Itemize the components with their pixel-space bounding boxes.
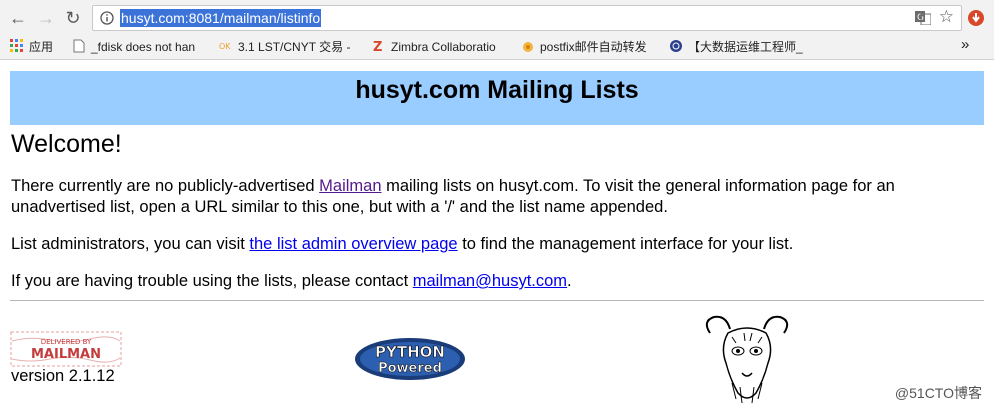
mailman-logo-line2: MAILMAN bbox=[31, 347, 101, 362]
welcome-heading: Welcome! bbox=[11, 130, 122, 158]
bookmarks-overflow-icon[interactable]: » bbox=[961, 37, 969, 53]
intro-paragraph: There currently are no publicly-advertis… bbox=[11, 177, 895, 216]
contact-email-link[interactable]: mailman@husyt.com bbox=[413, 272, 567, 290]
mailman-logo-line1: DELIVERED BY bbox=[41, 338, 92, 346]
bookmark-apps[interactable]: 应用 bbox=[10, 39, 53, 55]
python-powered-logo[interactable]: PYTHON Powered bbox=[354, 337, 466, 381]
bookmark-zimbra[interactable]: Z Zimbra Collaboratio bbox=[372, 39, 507, 55]
page-icon bbox=[73, 39, 85, 53]
extension-icon[interactable] bbox=[967, 9, 985, 27]
footer-divider bbox=[10, 300, 984, 301]
reload-icon[interactable]: ↻ bbox=[63, 8, 83, 28]
contact-paragraph: If you are having trouble using the list… bbox=[11, 272, 572, 290]
browser-toolbar: ← → ↻ husyt.com:8081/mailman/listinfo G … bbox=[0, 0, 994, 36]
bookmark-postfix[interactable]: postfix邮件自动转发 bbox=[521, 39, 656, 55]
bookmarks-bar: 应用 _fdisk does not han OK 3.1 LST/CNYT 交易… bbox=[0, 36, 994, 60]
apps-grid-icon bbox=[10, 39, 23, 52]
svg-text:OK: OK bbox=[219, 42, 231, 51]
bookmark-star-icon[interactable]: ☆ bbox=[939, 7, 954, 27]
info-icon[interactable] bbox=[100, 11, 114, 25]
forward-icon[interactable]: → bbox=[36, 8, 56, 28]
bookmark-fdisk[interactable]: _fdisk does not han bbox=[72, 39, 207, 55]
paw-icon bbox=[523, 42, 533, 52]
zimbra-icon: Z bbox=[373, 40, 382, 53]
bookmark-bigdata[interactable]: 【大数据运维工程师_ bbox=[669, 39, 809, 55]
back-icon[interactable]: ← bbox=[8, 8, 28, 28]
admin-overview-link[interactable]: the list admin overview page bbox=[249, 235, 457, 253]
page-title: husyt.com Mailing Lists bbox=[355, 76, 639, 104]
version-text: version 2.1.12 bbox=[11, 367, 115, 385]
okex-icon: OK bbox=[219, 42, 231, 51]
bookmark-lst[interactable]: OK 3.1 LST/CNYT 交易 - bbox=[219, 39, 359, 55]
python-logo-line1: PYTHON bbox=[375, 343, 445, 361]
delivered-by-mailman-logo[interactable]: DELIVERED BY MAILMAN bbox=[10, 331, 122, 367]
python-logo-line2: Powered bbox=[378, 361, 442, 376]
admin-paragraph: List administrators, you can visit the l… bbox=[11, 235, 794, 253]
page-header: husyt.com Mailing Lists bbox=[10, 71, 984, 125]
gnu-head-logo[interactable] bbox=[700, 313, 794, 405]
globe-icon bbox=[670, 40, 682, 52]
watermark-text: @51CTO博客 bbox=[894, 385, 982, 401]
mailman-link[interactable]: Mailman bbox=[319, 177, 381, 195]
address-bar[interactable]: husyt.com:8081/mailman/listinfo G ☆ bbox=[92, 5, 962, 31]
translate-icon[interactable]: G bbox=[915, 11, 931, 25]
svg-text:Z: Z bbox=[373, 40, 382, 53]
url-text[interactable]: husyt.com:8081/mailman/listinfo bbox=[120, 9, 322, 27]
